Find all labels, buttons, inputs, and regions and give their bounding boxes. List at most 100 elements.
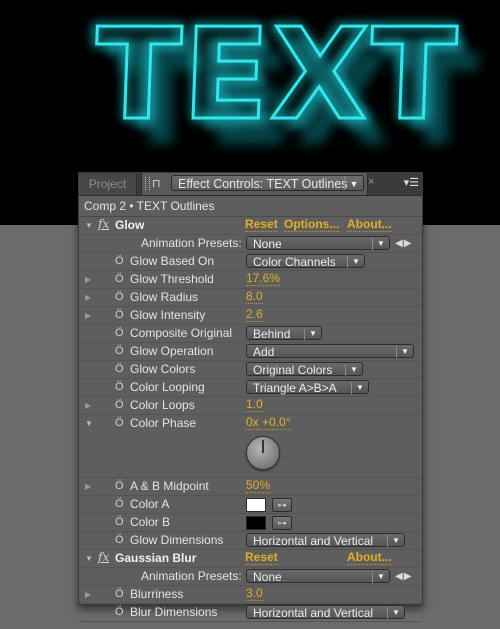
property-label: Glow Intensity <box>130 308 206 322</box>
twirl-right-icon[interactable]: ▶ <box>85 586 91 603</box>
effect-controls-layer-dropdown[interactable]: Effect Controls: TEXT Outlines ▼ <box>171 175 364 191</box>
effect-header-glow: ▼ fx Glow Reset Options... About... <box>79 217 422 235</box>
stopwatch-icon[interactable]: Ö <box>115 478 124 495</box>
glow-threshold-value[interactable]: 17.6% <box>246 271 281 286</box>
chevron-down-icon: ▼ <box>387 535 404 547</box>
stopwatch-icon[interactable]: Ö <box>115 325 124 342</box>
property-label: Color Looping <box>130 380 205 394</box>
eyedropper-icon[interactable]: ⊶ <box>272 516 292 530</box>
stopwatch-icon[interactable]: Ö <box>115 586 124 603</box>
color-b-swatch[interactable] <box>246 516 266 530</box>
color-loops-value[interactable]: 1.0 <box>246 397 263 412</box>
stopwatch-icon[interactable]: Ö <box>115 379 124 396</box>
chevron-down-icon: ▼ <box>345 364 362 376</box>
effect-controls-panel: Project ⊓ Effect Controls: TEXT Outlines… <box>78 172 423 622</box>
animation-presets-dropdown[interactable]: None ▼ <box>246 569 390 584</box>
twirl-down-icon[interactable]: ▼ <box>85 415 93 432</box>
dropdown-value: Triangle A>B>A <box>253 381 337 395</box>
glow-radius-value[interactable]: 8.0 <box>246 289 263 304</box>
stopwatch-icon[interactable]: Ö <box>115 397 124 414</box>
property-row: ▶ Ö Color Loops 1.0 <box>79 397 422 415</box>
property-row: Ö Blur Dimensions Horizontal and Vertica… <box>79 604 422 622</box>
stopwatch-icon[interactable]: Ö <box>115 361 124 378</box>
twirl-right-icon[interactable]: ▶ <box>85 307 91 324</box>
stopwatch-icon[interactable]: Ö <box>115 307 124 324</box>
stopwatch-icon[interactable]: Ö <box>115 343 124 360</box>
reset-link[interactable]: Reset <box>245 217 278 232</box>
reset-link[interactable]: Reset <box>245 550 278 565</box>
stopwatch-icon[interactable]: Ö <box>115 514 124 531</box>
preset-prev-next-icon[interactable]: ◀▶ <box>395 235 412 252</box>
blur-dimensions-dropdown[interactable]: Horizontal and Vertical ▼ <box>246 605 405 620</box>
options-link[interactable]: Options... <box>284 217 340 232</box>
stopwatch-icon[interactable]: Ö <box>115 415 124 432</box>
color-phase-dial-row <box>79 432 422 478</box>
color-a-swatch[interactable] <box>246 498 266 512</box>
property-label: Blurriness <box>130 587 184 601</box>
eyedropper-icon[interactable]: ⊶ <box>272 498 292 512</box>
property-label: Glow Operation <box>130 344 214 358</box>
lock-icon[interactable]: ⊓ <box>152 177 166 191</box>
color-looping-dropdown[interactable]: Triangle A>B>A ▼ <box>246 380 369 395</box>
dial-needle <box>262 440 264 453</box>
property-label: Glow Colors <box>130 362 196 376</box>
property-label: Composite Original <box>130 326 233 340</box>
dropdown-value: Horizontal and Vertical <box>253 606 374 620</box>
ab-midpoint-value[interactable]: 50% <box>246 478 271 493</box>
dropdown-value: Color Channels <box>253 255 336 269</box>
property-row: ▶ Ö Glow Threshold 17.6% <box>79 271 422 289</box>
preset-prev-next-icon[interactable]: ◀▶ <box>395 568 412 585</box>
about-link[interactable]: About... <box>347 550 392 565</box>
chevron-down-icon: ▼ <box>387 607 404 619</box>
stopwatch-icon[interactable]: Ö <box>115 532 124 549</box>
glow-colors-dropdown[interactable]: Original Colors ▼ <box>246 362 363 377</box>
twirl-right-icon[interactable]: ▶ <box>85 271 91 288</box>
blurriness-value[interactable]: 3.0 <box>246 586 263 601</box>
about-link[interactable]: About... <box>347 217 392 232</box>
property-label: Color Phase <box>130 416 197 430</box>
property-row: ▶ Ö Blurriness 3.0 <box>79 586 422 604</box>
twirl-right-icon[interactable]: ▶ <box>85 397 91 414</box>
close-icon[interactable]: × <box>368 176 374 188</box>
effect-header-gaussian-blur: ▼ fx Gaussian Blur Reset About... <box>79 550 422 568</box>
glow-intensity-value[interactable]: 2.6 <box>246 307 263 322</box>
stopwatch-icon[interactable]: Ö <box>115 496 124 513</box>
property-row: Ö Color Looping Triangle A>B>A ▼ <box>79 379 422 397</box>
chevron-down-icon: ▼ <box>344 176 363 190</box>
drag-grip-icon[interactable] <box>145 177 150 190</box>
property-row: Ö Color A ⊶ <box>79 496 422 514</box>
composite-original-dropdown[interactable]: Behind ▼ <box>246 326 322 341</box>
glow-operation-dropdown[interactable]: Add ▼ <box>246 344 414 359</box>
tab-effect-controls[interactable]: ⊓ Effect Controls: TEXT Outlines ▼ <box>141 173 368 195</box>
twirl-right-icon[interactable]: ▶ <box>85 289 91 306</box>
effect-name: Glow <box>115 218 145 232</box>
chevron-down-icon: ▼ <box>372 238 389 250</box>
stopwatch-icon[interactable]: Ö <box>115 604 124 621</box>
twirl-down-icon[interactable]: ▼ <box>85 550 93 567</box>
stopwatch-icon[interactable]: Ö <box>115 253 124 270</box>
property-label: Glow Threshold <box>130 272 214 286</box>
stopwatch-icon[interactable]: Ö <box>115 271 124 288</box>
glow-dimensions-dropdown[interactable]: Horizontal and Vertical ▼ <box>246 533 405 548</box>
chevron-down-icon: ▼ <box>396 346 413 358</box>
stopwatch-icon[interactable]: Ö <box>115 289 124 306</box>
fx-toggle-icon[interactable]: fx <box>98 549 109 566</box>
glow-based-on-dropdown[interactable]: Color Channels ▼ <box>246 254 365 269</box>
animation-presets-label: Animation Presets: <box>141 569 242 583</box>
glowing-text-outlines: TEXT <box>91 0 462 150</box>
fx-toggle-icon[interactable]: fx <box>98 216 109 233</box>
property-row: ▶ Ö Glow Radius 8.0 <box>79 289 422 307</box>
animation-presets-dropdown[interactable]: None ▼ <box>246 236 390 251</box>
property-row: ▼ Ö Color Phase 0x +0.0° <box>79 415 422 432</box>
panel-menu-icon[interactable]: ▾☰ <box>404 176 419 189</box>
color-phase-dial[interactable] <box>246 436 280 470</box>
property-label: Glow Based On <box>130 254 215 268</box>
effect-name: Gaussian Blur <box>115 551 197 565</box>
tab-project[interactable]: Project <box>79 174 137 195</box>
color-phase-value[interactable]: 0x +0.0° <box>246 415 291 430</box>
property-label: Color Loops <box>130 398 195 412</box>
twirl-down-icon[interactable]: ▼ <box>85 217 93 234</box>
chevron-down-icon: ▼ <box>351 382 368 394</box>
property-label: Glow Dimensions <box>130 533 224 547</box>
twirl-right-icon[interactable]: ▶ <box>85 478 91 495</box>
